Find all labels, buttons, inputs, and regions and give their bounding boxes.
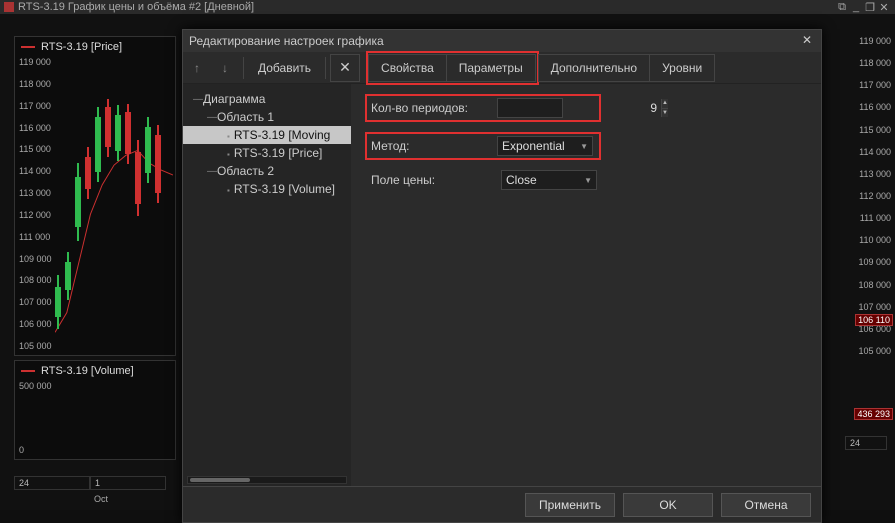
apply-button[interactable]: Применить (525, 493, 615, 517)
bullet-icon (227, 128, 234, 142)
chart-background: RTS-3.19 [Price] 119 000 118 000 117 000… (0, 14, 895, 510)
candles (55, 57, 173, 353)
tab-levels[interactable]: Уровни (649, 54, 715, 82)
right-chart-strip: 119 000 118 000 117 000 116 000 115 000 … (835, 36, 895, 470)
right-y-axis: 119 000 118 000 117 000 116 000 115 000 … (858, 36, 891, 356)
detach-icon[interactable]: ⧉ (835, 1, 849, 14)
restore-icon[interactable]: ❐ (863, 1, 877, 14)
method-dropdown[interactable]: Exponential ▼ (497, 136, 593, 156)
tree-label: Диаграмма (203, 92, 265, 106)
scrollbar-thumb[interactable] (190, 478, 250, 482)
collapse-icon[interactable]: — (207, 112, 217, 123)
tree-label: RTS-3.19 [Price] (234, 146, 322, 160)
tab-parameters[interactable]: Параметры (446, 54, 536, 82)
separator (325, 57, 326, 79)
volume-pane-label-text: RTS-3.19 [Volume] (41, 365, 134, 377)
tab-group-highlight: Свойства Параметры (366, 51, 539, 85)
app-icon (4, 2, 14, 12)
method-label: Метод: (371, 139, 497, 153)
minimize-icon[interactable]: _ (849, 1, 863, 13)
periods-row-highlight: Кол-во периодов: ▲ ▼ (365, 94, 601, 122)
price-y-axis: 119 000 118 000 117 000 116 000 115 000 … (15, 55, 56, 355)
x-axis-cells: 24 1 (14, 476, 166, 490)
volume-pane[interactable]: RTS-3.19 [Volume] 500 000 0 (14, 360, 176, 460)
method-value: Exponential (502, 139, 565, 153)
ok-button[interactable]: OK (623, 493, 713, 517)
price-badge: 106 110 (855, 314, 893, 326)
dialog-toolbar: ↑ ↓ Добавить ✕ Свойства Параметры Дополн… (183, 52, 821, 84)
params-panel: Кол-во периодов: ▲ ▼ Метод: (351, 84, 821, 486)
cancel-button[interactable]: Отмена (721, 493, 811, 517)
tree-area1[interactable]: — Область 1 (183, 108, 351, 126)
right-x-cell: 24 (845, 436, 887, 450)
tree-label: RTS-3.19 [Moving (234, 128, 331, 142)
separator (243, 57, 244, 79)
close-icon[interactable]: ✕ (877, 1, 891, 14)
delete-button[interactable]: ✕ (330, 54, 360, 82)
x-cell: 1 (90, 476, 166, 490)
dialog-footer: Применить OK Отмена (183, 486, 821, 522)
tree-diagram[interactable]: — Диаграмма (183, 90, 351, 108)
step-down-icon[interactable]: ▼ (661, 108, 668, 118)
tab-properties[interactable]: Свойства (368, 54, 447, 82)
ma-line (55, 57, 173, 352)
window-title: RTS-3.19 График цены и объёма #2 [Дневно… (18, 1, 254, 13)
tree-item-price[interactable]: RTS-3.19 [Price] (183, 144, 351, 162)
collapse-icon[interactable]: — (207, 166, 217, 177)
method-row-highlight: Метод: Exponential ▼ (365, 132, 601, 160)
move-up-button[interactable]: ↑ (183, 54, 211, 82)
periods-stepper[interactable]: ▲ ▼ (497, 98, 563, 118)
pricefield-value: Close (506, 173, 537, 187)
periods-input[interactable] (498, 99, 661, 117)
pricefield-label: Поле цены: (371, 173, 501, 187)
tree-item-volume[interactable]: RTS-3.19 [Volume] (183, 180, 351, 198)
bullet-icon (227, 182, 234, 196)
dialog-title: Редактирование настроек графика (189, 34, 384, 48)
tree-label: Область 2 (217, 164, 274, 178)
x-cell: 24 (14, 476, 90, 490)
dialog-body: — Диаграмма — Область 1 RTS-3.19 [Moving… (183, 84, 821, 486)
dialog-close-icon[interactable]: ✕ (799, 33, 815, 49)
pricefield-dropdown[interactable]: Close ▼ (501, 170, 597, 190)
dialog-titlebar[interactable]: Редактирование настроек графика ✕ (183, 30, 821, 52)
window-titlebar: RTS-3.19 График цены и объёма #2 [Дневно… (0, 0, 895, 14)
volume-pane-label: RTS-3.19 [Volume] (21, 365, 134, 377)
volume-badge: 436 293 (854, 408, 893, 420)
move-down-button[interactable]: ↓ (211, 54, 239, 82)
tree-label: Область 1 (217, 110, 274, 124)
layer-tree[interactable]: — Диаграмма — Область 1 RTS-3.19 [Moving… (183, 84, 351, 486)
bullet-icon (227, 146, 234, 160)
x-axis-month: Oct (14, 494, 108, 504)
chart-settings-dialog: Редактирование настроек графика ✕ ↑ ↓ До… (182, 29, 822, 523)
collapse-icon[interactable]: — (193, 94, 203, 105)
periods-label: Кол-во периодов: (371, 101, 497, 115)
step-up-icon[interactable]: ▲ (661, 99, 668, 108)
tree-area2[interactable]: — Область 2 (183, 162, 351, 180)
tree-label: RTS-3.19 [Volume] (234, 182, 335, 196)
volume-y-axis: 500 000 0 (15, 379, 56, 459)
price-pane[interactable]: RTS-3.19 [Price] 119 000 118 000 117 000… (14, 36, 176, 356)
chevron-down-icon: ▼ (580, 142, 588, 151)
price-pane-label-text: RTS-3.19 [Price] (41, 41, 122, 53)
tab-advanced[interactable]: Дополнительно (538, 54, 650, 82)
tree-item-moving[interactable]: RTS-3.19 [Moving (183, 126, 351, 144)
chevron-down-icon: ▼ (584, 176, 592, 185)
tree-hscrollbar[interactable] (187, 476, 347, 484)
price-pane-label: RTS-3.19 [Price] (21, 41, 122, 53)
add-button[interactable]: Добавить (248, 54, 321, 82)
